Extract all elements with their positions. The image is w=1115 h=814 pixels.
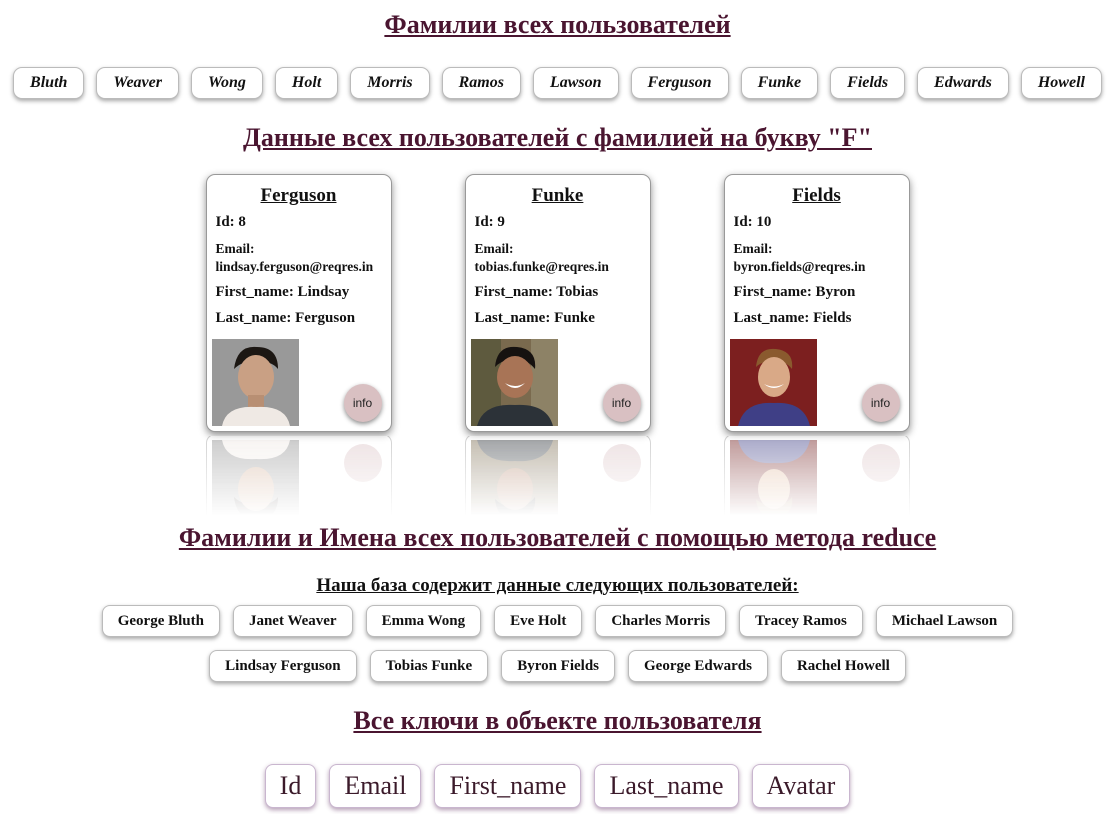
full-name-pill[interactable]: Emma Wong (365, 605, 482, 637)
db-caption-row: Наша база содержит данные следующих поль… (0, 575, 1115, 597)
email-value: tobias.funke@reqres.in (474, 259, 609, 274)
card-id: Id: 8 (215, 214, 246, 230)
email-label: Email: (215, 241, 255, 256)
card-email: Email: byron.fields@reqres.in (734, 240, 909, 276)
user-card-wrapper: Funke Id: 9 Email: tobias.funke@reqres.i… (464, 174, 651, 516)
card-title: Funke (531, 185, 584, 206)
card-email: Email: tobias.funke@reqres.in (475, 240, 650, 276)
surname-pill[interactable]: Bluth (13, 67, 85, 99)
info-button[interactable]: info (602, 384, 641, 422)
info-button[interactable]: info (861, 384, 900, 422)
email-value: byron.fields@reqres.in (733, 259, 866, 274)
full-name-pill[interactable]: Byron Fields (501, 650, 616, 682)
surname-pill[interactable]: Fields (830, 67, 906, 99)
user-card-wrapper: Ferguson Id: 8 Email: lindsay.ferguson@r… (205, 174, 392, 516)
surname-pill[interactable]: Funke (740, 67, 819, 99)
surname-pill[interactable]: Ramos (441, 67, 521, 99)
card-id: Id: 10 (733, 214, 772, 230)
full-name-pill[interactable]: Tracey Ramos (739, 605, 863, 637)
surname-pill[interactable]: Wong (190, 67, 263, 99)
key-pill[interactable]: Email (329, 764, 422, 808)
user-card: Ferguson Id: 8 Email: lindsay.ferguson@r… (205, 174, 392, 432)
card-last-name: Last_name: Ferguson (215, 310, 356, 326)
card-email: Email: lindsay.ferguson@reqres.in (216, 240, 391, 276)
email-value: lindsay.ferguson@reqres.in (215, 259, 374, 274)
surname-pill[interactable]: Lawson (532, 67, 619, 99)
user-card: Funke Id: 9 Email: tobias.funke@reqres.i… (464, 174, 651, 432)
email-label: Email: (474, 241, 514, 256)
card-reflection (464, 436, 651, 516)
key-pill[interactable]: Last_name (594, 764, 739, 808)
email-label: Email: (733, 241, 773, 256)
full-name-pill[interactable]: George Bluth (101, 605, 220, 637)
surname-pill[interactable]: Howell (1020, 67, 1102, 99)
user-cards: Ferguson Id: 8 Email: lindsay.ferguson@r… (0, 174, 1115, 516)
key-pill[interactable]: First_name (434, 764, 582, 808)
card-first-name: First_name: Lindsay (215, 284, 350, 300)
user-card-wrapper: Fields Id: 10 Email: byron.fields@reqres… (723, 174, 910, 516)
surname-pill[interactable]: Ferguson (630, 67, 729, 99)
full-names-row-2: Lindsay Ferguson Tobias Funke Byron Fiel… (0, 650, 1115, 682)
f-users-heading: Данные всех пользователей с фамилией на … (242, 123, 872, 152)
avatar (211, 339, 299, 426)
surname-pill[interactable]: Weaver (96, 67, 179, 99)
user-card: Fields Id: 10 Email: byron.fields@reqres… (723, 174, 910, 432)
full-name-pill[interactable]: Charles Morris (595, 605, 727, 637)
keys-heading: Все ключи в объекте пользователя (353, 706, 762, 735)
card-title: Ferguson (260, 185, 337, 206)
avatar (470, 339, 558, 426)
surnames-heading: Фамилии всех пользователей (384, 10, 731, 39)
full-names-row-1: George Bluth Janet Weaver Emma Wong Eve … (0, 605, 1115, 637)
full-name-pill[interactable]: Rachel Howell (780, 650, 906, 682)
card-title: Fields (792, 185, 841, 206)
full-name-pill[interactable]: Janet Weaver (232, 605, 353, 637)
card-first-name: First_name: Tobias (474, 284, 599, 300)
card-reflection (205, 436, 392, 516)
card-last-name: Last_name: Funke (474, 310, 595, 326)
info-button[interactable]: info (343, 384, 382, 422)
full-name-pill[interactable]: George Edwards (628, 650, 768, 682)
keys-row: Id Email First_name Last_name Avatar (0, 764, 1115, 808)
full-name-pill[interactable]: Michael Lawson (875, 605, 1014, 637)
full-name-pill[interactable]: Eve Holt (494, 605, 583, 637)
key-pill[interactable]: Avatar (751, 764, 851, 808)
key-pill[interactable]: Id (264, 764, 317, 808)
card-last-name: Last_name: Fields (733, 310, 852, 326)
full-name-pill[interactable]: Tobias Funke (369, 650, 489, 682)
surname-pill[interactable]: Holt (274, 67, 339, 99)
card-id: Id: 9 (474, 214, 505, 230)
surnames-row: Bluth Weaver Wong Holt Morris Ramos Laws… (0, 67, 1115, 99)
surname-pill[interactable]: Morris (350, 67, 430, 99)
db-caption: Наша база содержит данные следующих поль… (316, 575, 799, 596)
card-first-name: First_name: Byron (733, 284, 856, 300)
full-name-pill[interactable]: Lindsay Ferguson (209, 650, 357, 682)
avatar (729, 339, 817, 426)
reduce-heading: Фамилии и Имена всех пользователей с пом… (178, 523, 937, 552)
card-reflection (723, 436, 910, 516)
surname-pill[interactable]: Edwards (917, 67, 1009, 99)
